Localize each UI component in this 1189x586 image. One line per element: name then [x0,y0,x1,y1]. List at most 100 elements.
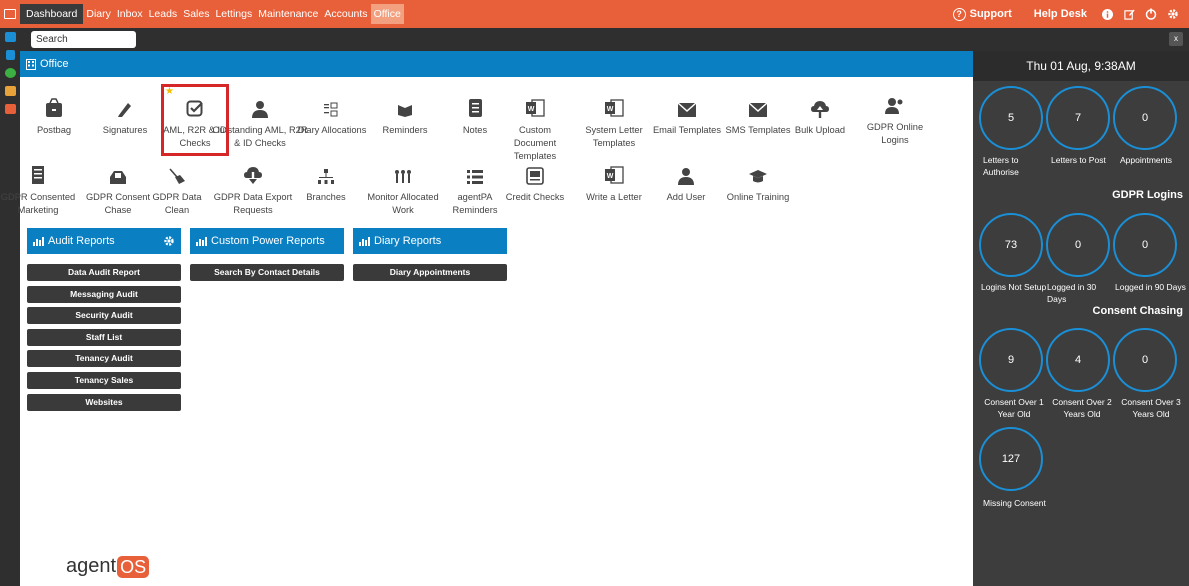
svg-text:W: W [607,106,614,113]
team-icon [395,170,411,183]
word-icon: W [526,99,545,117]
chart-icon [359,237,370,246]
nav-lettings[interactable]: Lettings [212,4,255,24]
chart-icon [196,237,207,246]
office-icon [26,58,36,70]
settings-gear-icon[interactable] [163,235,175,250]
report-data-audit[interactable]: Data Audit Report [27,264,181,281]
report-security-audit[interactable]: Security Audit [27,307,181,324]
nav-inbox[interactable]: Inbox [114,4,146,24]
tile-gdpr-online-logins[interactable]: GDPR Online Logins [860,93,930,147]
stat-label: Logged in 30 Days [1047,282,1097,304]
nav-sales[interactable]: Sales [180,4,212,24]
broom-icon [169,168,185,184]
support-link[interactable]: ? Support [952,7,1012,21]
graduation-cap-icon [749,170,767,183]
help-desk-link[interactable]: Help Desk [1034,8,1087,20]
sitemap-icon [318,169,334,184]
reminder-icon [398,105,412,117]
stat-logged-30-days[interactable]: 0 [1046,213,1110,277]
reports-icon[interactable] [0,46,20,64]
tile-reminders[interactable]: Reminders [370,96,440,137]
tile-gdpr-data-clean[interactable]: GDPR Data Clean [140,163,214,217]
tile-gdpr-consented-marketing[interactable]: GDPR Consented Marketing [0,163,76,217]
tile-branches[interactable]: Branches [291,163,361,204]
stat-consent-over-2[interactable]: 4 [1046,328,1110,392]
user-icon [252,101,268,118]
report-tenancy-sales[interactable]: Tenancy Sales [27,372,181,389]
top-right-tools: ? Support Help Desk [952,0,1189,28]
stats-panel: Thu 01 Aug, 9:38AM 5 7 0 Letters to Auth… [973,51,1189,586]
info-icon[interactable] [1101,8,1113,20]
tile-email-templates[interactable]: Email Templates [648,96,726,137]
tile-online-training[interactable]: Online Training [720,163,796,204]
nav-maintenance[interactable]: Maintenance [255,4,321,24]
close-button[interactable]: x [1169,32,1183,46]
document-icon [32,166,44,184]
home-icon[interactable] [0,100,20,118]
clover-icon[interactable] [0,64,20,82]
stat-label: Consent Over 1 Year Old [984,397,1044,419]
search-input[interactable] [31,31,136,48]
stat-logins-not-setup[interactable]: 73 [979,213,1043,277]
stat-letters-to-authorise[interactable]: 5 [979,86,1043,150]
power-icon[interactable] [1145,8,1157,20]
nav-office[interactable]: Office [370,4,404,24]
diary-reports-header: Diary Reports [353,228,507,254]
svg-text:W: W [607,173,614,180]
stat-label: Logged in 90 Days [1115,282,1186,292]
audit-reports-title: Audit Reports [48,235,115,247]
id-card-icon [526,167,544,185]
tile-postbag[interactable]: Postbag [19,96,89,137]
stat-label: Missing Consent [983,498,1046,508]
stat-logged-90-days[interactable]: 0 [1113,213,1177,277]
tile-system-letter-templates[interactable]: W System Letter Templates [579,96,649,150]
stat-missing-consent[interactable]: 127 [979,427,1043,491]
stat-letters-to-post[interactable]: 7 [1046,86,1110,150]
nav-accounts[interactable]: Accounts [321,4,370,24]
gear-icon[interactable] [1167,8,1179,20]
report-diary-appointments[interactable]: Diary Appointments [353,264,507,281]
favorite-star-icon[interactable]: ★ [165,86,174,97]
stat-consent-over-1[interactable]: 9 [979,328,1043,392]
envelope-icon [748,102,768,117]
report-search-by-contact[interactable]: Search By Contact Details [190,264,344,281]
question-icon: ? [952,7,966,21]
tile-bulk-upload[interactable]: Bulk Upload [785,96,855,137]
nav-dashboard[interactable]: Dashboard [20,4,84,24]
word-icon: W [605,166,624,184]
tile-credit-checks[interactable]: Credit Checks [500,163,570,204]
consent-chasing-heading: Consent Chasing [1092,305,1183,317]
custom-power-reports-title: Custom Power Reports [211,235,325,247]
support-label: Support [969,8,1012,20]
tile-gdpr-data-export-requests[interactable]: GDPR Data Export Requests [209,163,297,217]
stat-consent-over-3[interactable]: 0 [1113,328,1177,392]
stat-appointments[interactable]: 0 [1113,86,1177,150]
tile-signatures[interactable]: Signatures [90,96,160,137]
nav-diary[interactable]: Diary [83,4,114,24]
inbox-icon [110,171,126,184]
left-rail [0,28,20,586]
stat-label: Letters to Authorise [983,155,1019,177]
tile-add-user[interactable]: Add User [651,163,721,204]
report-tenancy-audit[interactable]: Tenancy Audit [27,350,181,367]
chart-icon [33,237,44,246]
stat-label: Consent Over 3 Years Old [1121,397,1181,419]
calendar-icon[interactable] [0,28,20,46]
gdpr-logins-heading: GDPR Logins [1112,189,1183,201]
report-messaging-audit[interactable]: Messaging Audit [27,286,181,303]
tile-custom-document-templates[interactable]: W Custom Document Templates [500,96,570,163]
tile-monitor-allocated-work[interactable]: Monitor Allocated Work [364,163,442,217]
nav-leads[interactable]: Leads [146,4,181,24]
user-icon [678,168,694,185]
id-card-icon[interactable] [0,82,20,100]
report-staff-list[interactable]: Staff List [27,329,181,346]
current-date: Thu 01 Aug, 9:38AM [973,51,1189,81]
page-title: Office [40,58,69,70]
tile-write-a-letter[interactable]: W Write a Letter [579,163,649,204]
report-websites[interactable]: Websites [27,394,181,411]
edit-icon[interactable] [1123,8,1135,20]
app-menu-icon[interactable] [0,0,20,28]
tile-diary-allocations[interactable]: Diary Allocations [292,96,372,137]
users-icon [885,98,903,114]
